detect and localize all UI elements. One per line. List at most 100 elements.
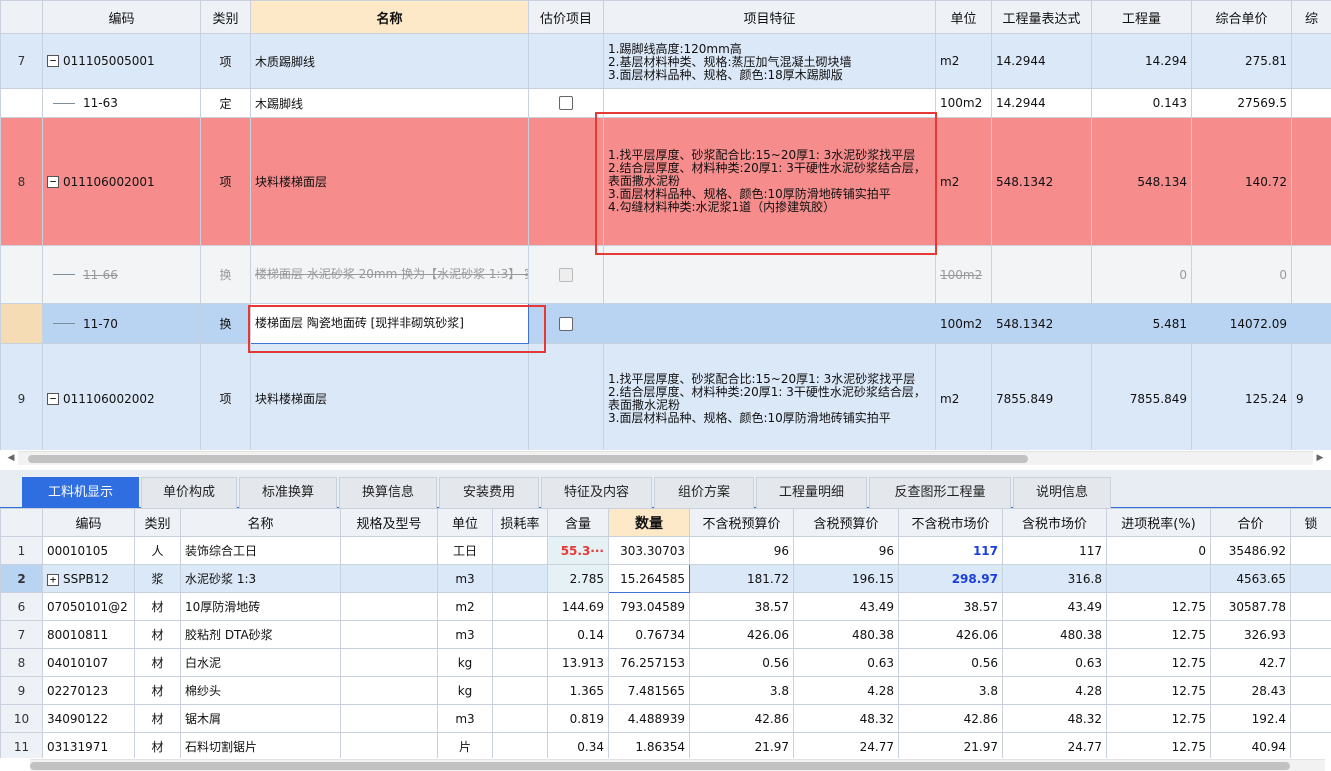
budget-price-notax[interactable]: 426.06 bbox=[689, 620, 794, 649]
resource-unit[interactable]: kg bbox=[437, 648, 493, 677]
budget-price-tax[interactable]: 43.49 bbox=[793, 592, 899, 621]
resource-type[interactable]: 材 bbox=[134, 620, 181, 649]
header-code[interactable]: 编码 bbox=[42, 508, 135, 537]
estimate-cell[interactable] bbox=[528, 303, 604, 344]
resource-unit[interactable]: kg bbox=[437, 676, 493, 705]
market-price-tax[interactable]: 48.32 bbox=[1002, 704, 1107, 733]
plus-box-icon[interactable]: + bbox=[47, 573, 59, 586]
item-code[interactable]: 11-63 bbox=[42, 88, 201, 118]
resource-name[interactable]: 胶粘剂 DTA砂浆 bbox=[180, 620, 341, 649]
table-row[interactable]: 7 80010811 材胶粘剂 DTA砂浆 m3 0.14 0.76734 426.06 48… bbox=[0, 620, 1331, 649]
resource-name[interactable]: 石料切割锯片 bbox=[180, 732, 341, 758]
item-type[interactable]: 换 bbox=[200, 303, 251, 344]
header-type[interactable]: 类别 bbox=[134, 508, 181, 537]
table-row[interactable]: 8 −011106002001 项 块料楼梯面层 1.找平层厚度、砂浆配合比:1… bbox=[0, 117, 1331, 246]
tab-quantity-detail[interactable]: 工程量明细 bbox=[756, 477, 867, 508]
resource-loss[interactable] bbox=[492, 648, 548, 677]
resource-content[interactable]: 2.785 bbox=[547, 564, 609, 593]
resource-spec[interactable] bbox=[340, 620, 438, 649]
resource-loss[interactable] bbox=[492, 592, 548, 621]
header-market-tax[interactable]: 含税市场价 bbox=[1002, 508, 1107, 537]
item-qty[interactable]: 5.481 bbox=[1091, 303, 1192, 344]
resource-loss[interactable] bbox=[492, 704, 548, 733]
item-name[interactable]: 木质踢脚线 bbox=[250, 33, 529, 89]
lock-cell[interactable] bbox=[1290, 592, 1331, 621]
resource-spec[interactable] bbox=[340, 592, 438, 621]
market-price-notax[interactable]: 0.56 bbox=[898, 648, 1003, 677]
lock-cell[interactable] bbox=[1290, 704, 1331, 733]
total-price[interactable]: 4563.65 bbox=[1210, 564, 1291, 593]
tab-unit-price[interactable]: 单价构成 bbox=[141, 477, 237, 508]
estimate-checkbox[interactable] bbox=[559, 96, 573, 111]
item-name[interactable]: 楼梯面层 水泥砂浆 20mm 换为【水泥砂浆 1:3】 实际厚度(mm):15 … bbox=[250, 245, 529, 304]
resource-content[interactable]: 0.819 bbox=[547, 704, 609, 733]
table-row-selected[interactable]: 2 + SSPB12 浆水泥砂浆 1:3 m3 2.785 15.264585 181.72 1… bbox=[0, 564, 1331, 593]
resource-loss[interactable] bbox=[492, 536, 548, 565]
item-feature[interactable] bbox=[603, 245, 936, 304]
scrollbar-thumb[interactable] bbox=[28, 455, 1028, 463]
header-market-notax[interactable]: 不含税市场价 bbox=[898, 508, 1003, 537]
header-spec[interactable]: 规格及型号 bbox=[340, 508, 438, 537]
budget-price-notax[interactable]: 3.8 bbox=[689, 676, 794, 705]
resource-name[interactable]: 锯木屑 bbox=[180, 704, 341, 733]
resource-spec[interactable] bbox=[340, 564, 438, 593]
budget-price-tax[interactable]: 48.32 bbox=[793, 704, 899, 733]
item-more[interactable] bbox=[1291, 88, 1331, 118]
header-budget-notax[interactable]: 不含税预算价 bbox=[689, 508, 794, 537]
budget-price-tax[interactable]: 4.28 bbox=[793, 676, 899, 705]
item-qty[interactable]: 7855.849 bbox=[1091, 343, 1192, 450]
tax-rate[interactable]: 0 bbox=[1106, 536, 1211, 565]
total-price[interactable]: 326.93 bbox=[1210, 620, 1291, 649]
header-estimate[interactable]: 估价项目 bbox=[528, 0, 604, 34]
item-name[interactable]: 块料楼梯面层 bbox=[250, 343, 529, 450]
resource-code[interactable]: 02270123 bbox=[42, 676, 135, 705]
resource-quantity[interactable]: 303.30703 bbox=[608, 536, 690, 565]
resource-code[interactable]: 04010107 bbox=[42, 648, 135, 677]
resource-code[interactable]: 07050101@2 bbox=[42, 592, 135, 621]
item-price[interactable]: 140.72 bbox=[1191, 117, 1292, 246]
resource-unit[interactable]: m3 bbox=[437, 564, 493, 593]
lock-cell[interactable] bbox=[1290, 648, 1331, 677]
market-price-notax[interactable]: 117 bbox=[898, 536, 1003, 565]
resource-quantity[interactable]: 4.488939 bbox=[608, 704, 690, 733]
item-unit[interactable]: m2 bbox=[935, 117, 992, 246]
market-price-notax[interactable]: 21.97 bbox=[898, 732, 1003, 758]
tax-rate[interactable]: 12.75 bbox=[1106, 732, 1211, 758]
total-price[interactable]: 30587.78 bbox=[1210, 592, 1291, 621]
item-type[interactable]: 项 bbox=[200, 33, 251, 89]
resource-type[interactable]: 材 bbox=[134, 592, 181, 621]
item-price[interactable]: 0 bbox=[1191, 245, 1292, 304]
resource-content[interactable]: 55.3··· bbox=[547, 536, 609, 565]
resource-spec[interactable] bbox=[340, 648, 438, 677]
resource-unit[interactable]: 工日 bbox=[437, 536, 493, 565]
resource-type[interactable]: 材 bbox=[134, 732, 181, 758]
resource-content[interactable]: 1.365 bbox=[547, 676, 609, 705]
market-price-notax[interactable]: 3.8 bbox=[898, 676, 1003, 705]
item-unit[interactable]: 100m2 bbox=[935, 245, 992, 304]
header-feature[interactable]: 项目特征 bbox=[603, 0, 936, 34]
resource-code[interactable]: 34090122 bbox=[42, 704, 135, 733]
tax-rate[interactable] bbox=[1106, 564, 1211, 593]
market-price-tax[interactable]: 480.38 bbox=[1002, 620, 1107, 649]
resource-quantity[interactable]: 7.481565 bbox=[608, 676, 690, 705]
item-unit[interactable]: 100m2 bbox=[935, 303, 992, 344]
resource-spec[interactable] bbox=[340, 704, 438, 733]
market-price-tax[interactable]: 316.8 bbox=[1002, 564, 1107, 593]
resource-name[interactable]: 水泥砂浆 1:3 bbox=[180, 564, 341, 593]
resource-quantity[interactable]: 15.264585 bbox=[608, 564, 690, 593]
item-type[interactable]: 项 bbox=[200, 343, 251, 450]
item-more[interactable]: 9 bbox=[1291, 343, 1331, 450]
resource-code[interactable]: + SSPB12 bbox=[42, 564, 135, 593]
budget-price-tax[interactable]: 196.15 bbox=[793, 564, 899, 593]
estimate-cell[interactable] bbox=[528, 88, 604, 118]
resource-type[interactable]: 浆 bbox=[134, 564, 181, 593]
item-expr[interactable]: 14.2944 bbox=[991, 88, 1092, 118]
tab-install-fee[interactable]: 安装费用 bbox=[439, 477, 539, 508]
tab-reverse-graphic[interactable]: 反查图形工程量 bbox=[869, 477, 1011, 508]
scrollbar-thumb[interactable] bbox=[30, 762, 1290, 770]
resource-content[interactable]: 0.14 bbox=[547, 620, 609, 649]
total-price[interactable]: 35486.92 bbox=[1210, 536, 1291, 565]
header-qty[interactable]: 工程量 bbox=[1091, 0, 1192, 34]
scroll-right-icon[interactable]: ▶ bbox=[1313, 451, 1327, 465]
resource-unit[interactable]: 片 bbox=[437, 732, 493, 758]
